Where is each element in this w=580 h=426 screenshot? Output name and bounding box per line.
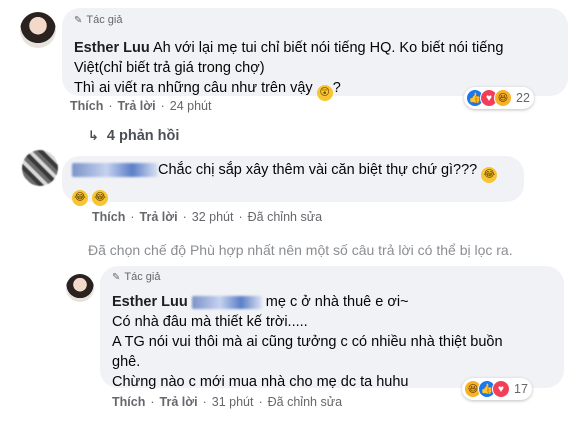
pencil-icon: ✎ [74, 14, 83, 26]
comment-author[interactable]: Esther Luu [74, 40, 150, 56]
reply-link[interactable]: Trả lời [118, 99, 156, 113]
reply-arrow-icon: ↳ [88, 128, 99, 143]
avatar[interactable] [66, 274, 94, 302]
comment-author[interactable]: Esther Luu [112, 294, 188, 310]
haha-icon: 😆 [494, 89, 512, 107]
timestamp[interactable]: 24 phút [170, 99, 212, 113]
view-replies-link[interactable]: ↳ 4 phản hồi [88, 128, 179, 144]
emoji-icon: 😲 [316, 85, 333, 101]
like-link[interactable]: Thích [92, 210, 125, 224]
like-link[interactable]: Thích [70, 99, 103, 113]
comment-actions: Thích · Trả lời · 31 phút · Đã chỉnh sửa [112, 395, 343, 409]
like-link[interactable]: Thích [112, 395, 145, 409]
avatar[interactable] [20, 12, 56, 48]
reply-link[interactable]: Trả lời [140, 210, 178, 224]
love-icon: ♥ [492, 380, 510, 398]
pencil-icon: ✎ [112, 271, 121, 283]
author-badge: ✎ Tác giả [112, 271, 161, 283]
comment-text: Esther Luu mẹ c ở nhà thuê e ơi~ Có nhà … [112, 294, 503, 390]
avatar[interactable] [22, 150, 58, 186]
laughing-emoji-icon: 😂 [92, 190, 109, 206]
reply-link[interactable]: Trả lời [160, 395, 198, 409]
comment-actions: Thích · Trả lời · 32 phút · Đã chỉnh sửa [92, 210, 323, 224]
reaction-summary[interactable]: 👍 ♥ 😆 22 [464, 87, 534, 109]
reaction-count: 17 [514, 382, 528, 396]
filter-notice: Đã chọn chế độ Phù hợp nhất nên một số c… [88, 242, 513, 258]
laughing-emoji-icon: 😂 [481, 167, 498, 183]
timestamp[interactable]: 32 phút [192, 210, 234, 224]
blurred-mention [191, 295, 262, 309]
comment-text: Chắc chị sắp xây thêm vài căn biệt thự c… [72, 160, 522, 206]
timestamp[interactable]: 31 phút [212, 395, 254, 409]
edited-label: Đã chỉnh sửa [247, 210, 323, 224]
comment-actions: Thích · Trả lời · 24 phút [70, 99, 212, 113]
blurred-author-name [72, 163, 158, 178]
comment-bubble: ✎ Tác giả Esther Luu mẹ c ở nhà thuê e ơ… [100, 266, 564, 390]
comment-bubble: Chắc chị sắp xây thêm vài căn biệt thự c… [62, 156, 524, 206]
author-badge: ✎ Tác giả [74, 14, 123, 26]
laughing-emoji-icon: 😂 [72, 190, 88, 206]
reaction-count: 22 [516, 91, 530, 105]
reaction-summary[interactable]: 😆 👍 ♥ 17 [462, 378, 532, 400]
comment-bubble: ✎ Tác giả Esther Luu Ah với lại mẹ tui c… [62, 8, 568, 101]
edited-label: Đã chỉnh sửa [267, 395, 343, 409]
